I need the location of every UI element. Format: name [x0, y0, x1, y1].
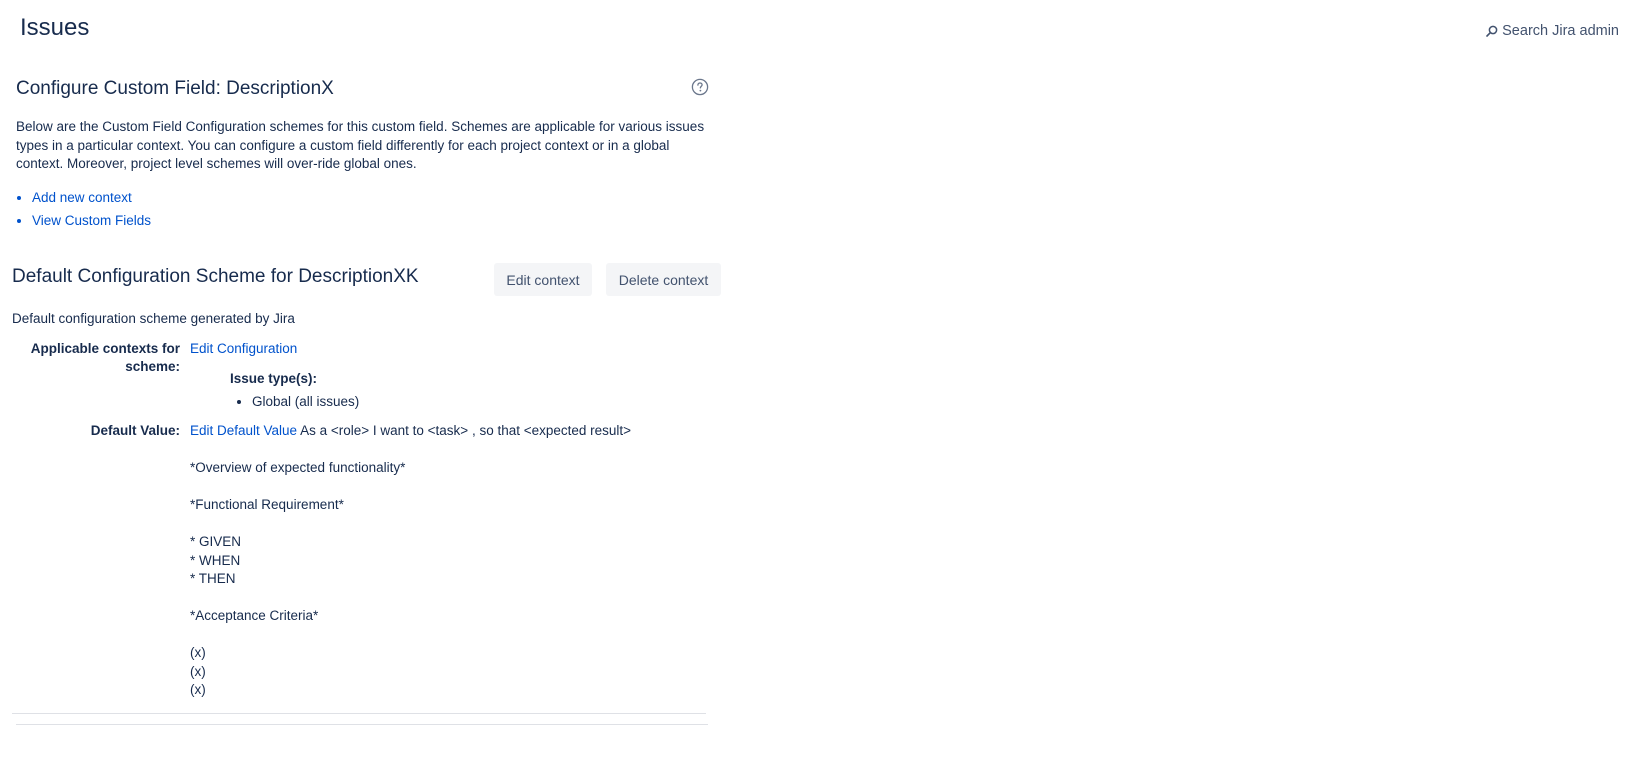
scheme-title: Default Configuration Scheme for Descrip… — [12, 266, 419, 287]
divider — [16, 724, 708, 725]
search-icon — [1486, 25, 1498, 37]
default-value-label: Default Value: — [90, 423, 180, 438]
default-value-content: Edit Default Value As a <role> I want to… — [190, 422, 710, 700]
delete-context-button[interactable]: Delete context — [606, 263, 721, 296]
add-new-context-link[interactable]: Add new context — [32, 190, 132, 205]
page: Issues Search Jira admin Configure Custo… — [0, 0, 1640, 772]
view-custom-fields-link[interactable]: View Custom Fields — [32, 213, 151, 228]
divider — [12, 713, 706, 714]
scheme-description: Default configuration scheme generated b… — [12, 311, 295, 326]
applicable-contexts-label: Applicable contexts for scheme: — [30, 341, 180, 374]
list-item: View Custom Fields — [32, 209, 151, 232]
configure-field-title: Configure Custom Field: DescriptionX — [16, 78, 334, 99]
help-icon[interactable] — [691, 78, 709, 96]
issue-types-list: Global (all issues) — [236, 393, 359, 411]
edit-context-button[interactable]: Edit context — [494, 263, 592, 296]
default-value-text: As a <role> I want to <task> , so that <… — [190, 423, 632, 697]
edit-default-value-link[interactable]: Edit Default Value — [190, 423, 297, 438]
page-title: Issues — [20, 14, 90, 41]
search-jira-admin-link[interactable]: Search Jira admin — [1486, 23, 1619, 39]
edit-configuration-link[interactable]: Edit Configuration — [190, 340, 297, 358]
actions-list: Add new context View Custom Fields — [16, 186, 151, 232]
search-jira-admin-label: Search Jira admin — [1502, 23, 1619, 39]
issue-types-label: Issue type(s): — [230, 371, 318, 386]
configure-description: Below are the Custom Field Configuration… — [16, 119, 705, 171]
issue-type-item: Global (all issues) — [252, 393, 359, 411]
list-item: Add new context — [32, 186, 151, 209]
